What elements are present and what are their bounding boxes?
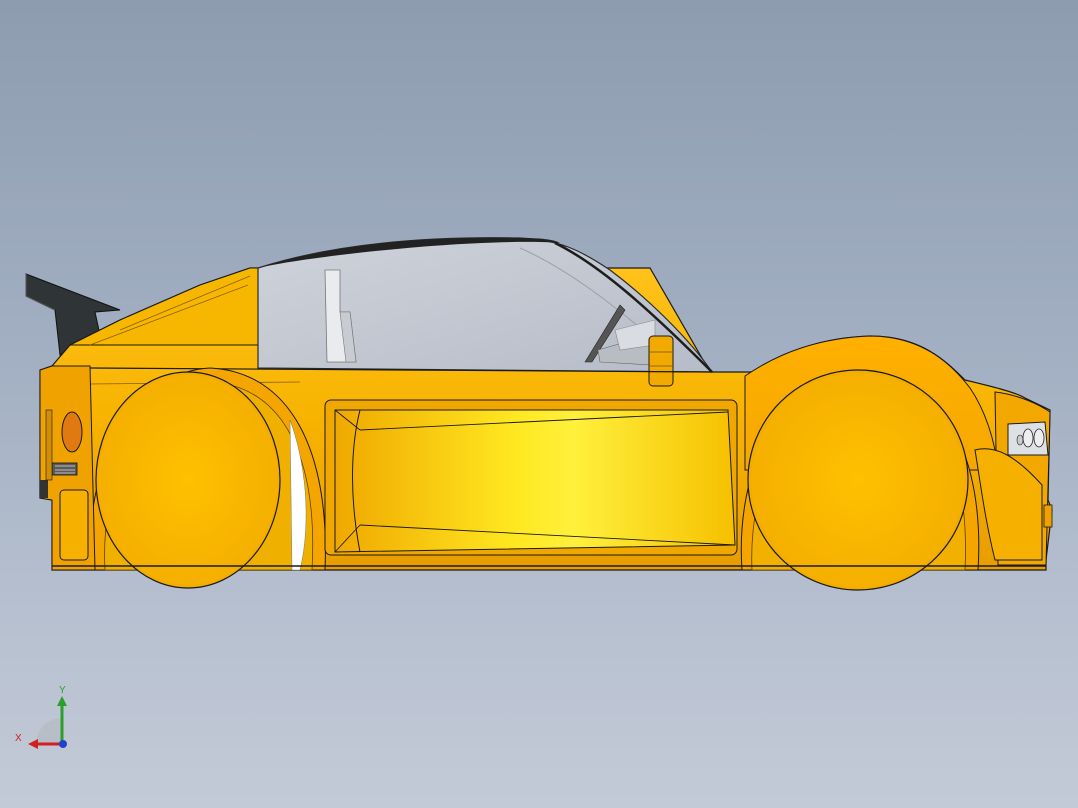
y-axis-label: Y [59,685,66,696]
z-axis-dot [59,740,67,748]
side-mirror[interactable] [648,335,674,387]
graphics-viewport[interactable]: Y X [0,0,1078,808]
car-model[interactable] [0,0,1078,808]
triad-graphic [28,696,67,749]
rear-end[interactable] [39,365,96,571]
tail-light [61,411,83,453]
orientation-triad[interactable]: Y X [10,686,80,756]
side-intake[interactable] [324,399,738,556]
rear-bumper-block [59,489,89,561]
x-axis-label: X [15,733,22,744]
